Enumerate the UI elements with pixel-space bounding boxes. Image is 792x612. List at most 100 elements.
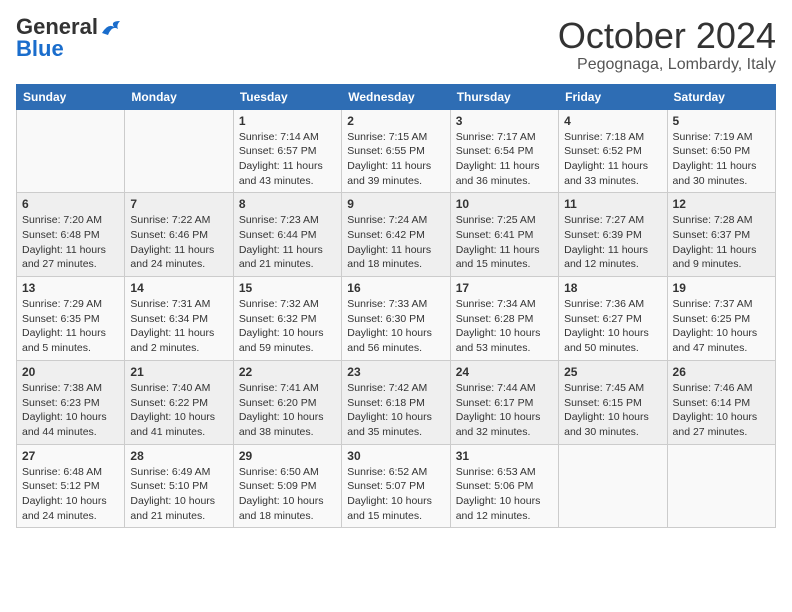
cell-content: Daylight: 11 hours and 30 minutes. [673, 159, 770, 188]
calendar-cell: 21Sunrise: 7:40 AMSunset: 6:22 PMDayligh… [125, 360, 233, 444]
cell-content: Daylight: 10 hours and 15 minutes. [347, 494, 444, 523]
day-of-week-header: Tuesday [233, 84, 341, 109]
cell-content: Daylight: 11 hours and 9 minutes. [673, 243, 770, 272]
cell-content: Daylight: 11 hours and 36 minutes. [456, 159, 553, 188]
day-number: 15 [239, 281, 336, 295]
cell-content: Sunrise: 7:36 AM [564, 297, 661, 312]
calendar-cell: 3Sunrise: 7:17 AMSunset: 6:54 PMDaylight… [450, 109, 558, 193]
cell-content: Sunset: 6:35 PM [22, 312, 119, 327]
day-number: 18 [564, 281, 661, 295]
cell-content: Sunrise: 7:45 AM [564, 381, 661, 396]
day-number: 25 [564, 365, 661, 379]
cell-content: Sunset: 6:46 PM [130, 228, 227, 243]
cell-content: Sunset: 6:22 PM [130, 396, 227, 411]
day-number: 4 [564, 114, 661, 128]
day-number: 10 [456, 197, 553, 211]
cell-content: Sunset: 6:14 PM [673, 396, 770, 411]
cell-content: Sunrise: 7:18 AM [564, 130, 661, 145]
cell-content: Sunset: 6:15 PM [564, 396, 661, 411]
day-number: 11 [564, 197, 661, 211]
calendar-cell: 2Sunrise: 7:15 AMSunset: 6:55 PMDaylight… [342, 109, 450, 193]
calendar-cell: 27 Sunrise: 6:48 AMSunset: 5:12 PMDayligh… [17, 444, 125, 528]
cell-content: Sunrise: 7:25 AM [456, 213, 553, 228]
cell-content: Daylight: 11 hours and 24 minutes. [130, 243, 227, 272]
cell-content: Sunset: 6:37 PM [673, 228, 770, 243]
calendar-cell: 31Sunrise: 6:53 AMSunset: 5:06 PMDayligh… [450, 444, 558, 528]
cell-content: Sunrise: 7:29 AM [22, 297, 119, 312]
calendar-cell: 16Sunrise: 7:33 AMSunset: 6:30 PMDayligh… [342, 277, 450, 361]
day-number: 5 [673, 114, 770, 128]
cell-content: Sunrise: 6:53 AM [456, 465, 553, 480]
cell-content: Daylight: 10 hours and 24 minutes. [22, 494, 119, 523]
cell-content: Sunrise: 6:50 AM [239, 465, 336, 480]
cell-content: Daylight: 10 hours and 59 minutes. [239, 326, 336, 355]
calendar-cell: 17Sunrise: 7:34 AMSunset: 6:28 PMDayligh… [450, 277, 558, 361]
cell-content: Sunrise: 7:31 AM [130, 297, 227, 312]
day-of-week-header: Monday [125, 84, 233, 109]
cell-content: Sunset: 6:42 PM [347, 228, 444, 243]
logo: General Blue [16, 16, 122, 61]
calendar-cell: 18 Sunrise: 7:36 AMSunset: 6:27 PMDayligh… [559, 277, 667, 361]
cell-content: Sunset: 6:23 PM [22, 396, 119, 411]
cell-content: Sunset: 6:54 PM [456, 144, 553, 159]
calendar-cell: 1Sunrise: 7:14 AMSunset: 6:57 PMDaylight… [233, 109, 341, 193]
cell-content: Sunrise: 7:34 AM [456, 297, 553, 312]
calendar-cell: 7Sunrise: 7:22 AMSunset: 6:46 PMDaylight… [125, 193, 233, 277]
calendar-cell: 5 Sunrise: 7:19 AMSunset: 6:50 PMDaylight… [667, 109, 775, 193]
calendar-week-row: 13Sunrise: 7:29 AMSunset: 6:35 PMDayligh… [17, 277, 776, 361]
cell-content: Sunrise: 7:23 AM [239, 213, 336, 228]
cell-content: Sunset: 5:09 PM [239, 479, 336, 494]
calendar-cell: 20Sunrise: 7:38 AMSunset: 6:23 PMDayligh… [17, 360, 125, 444]
page-header: General Blue October 2024 Pegognaga, Lom… [16, 16, 776, 74]
logo-bird-icon [100, 19, 122, 37]
cell-content: Sunset: 6:48 PM [22, 228, 119, 243]
cell-content: Sunset: 6:17 PM [456, 396, 553, 411]
logo-text: General [16, 16, 122, 38]
day-number: 19 [673, 281, 770, 295]
cell-content: Sunrise: 6:48 AM [22, 465, 119, 480]
cell-content: Sunrise: 7:17 AM [456, 130, 553, 145]
title-block: October 2024 Pegognaga, Lombardy, Italy [558, 16, 776, 74]
cell-content: Sunrise: 7:15 AM [347, 130, 444, 145]
cell-content: Daylight: 10 hours and 44 minutes. [22, 410, 119, 439]
cell-content: Daylight: 10 hours and 38 minutes. [239, 410, 336, 439]
calendar-title: October 2024 [558, 16, 776, 56]
cell-content: Sunrise: 6:49 AM [130, 465, 227, 480]
cell-content: Sunset: 5:12 PM [22, 479, 119, 494]
cell-content: Sunrise: 7:37 AM [673, 297, 770, 312]
day-of-week-header: Sunday [17, 84, 125, 109]
cell-content: Sunrise: 7:40 AM [130, 381, 227, 396]
cell-content: Sunrise: 6:52 AM [347, 465, 444, 480]
calendar-week-row: 1Sunrise: 7:14 AMSunset: 6:57 PMDaylight… [17, 109, 776, 193]
cell-content: Sunrise: 7:14 AM [239, 130, 336, 145]
cell-content: Sunset: 6:20 PM [239, 396, 336, 411]
day-number: 29 [239, 449, 336, 463]
calendar-cell: 6Sunrise: 7:20 AMSunset: 6:48 PMDaylight… [17, 193, 125, 277]
cell-content: Sunrise: 7:19 AM [673, 130, 770, 145]
calendar-cell: 29Sunrise: 6:50 AMSunset: 5:09 PMDayligh… [233, 444, 341, 528]
day-number: 20 [22, 365, 119, 379]
cell-content: Daylight: 10 hours and 30 minutes. [564, 410, 661, 439]
day-number: 17 [456, 281, 553, 295]
calendar-cell: 15Sunrise: 7:32 AMSunset: 6:32 PMDayligh… [233, 277, 341, 361]
calendar-cell: 30Sunrise: 6:52 AMSunset: 5:07 PMDayligh… [342, 444, 450, 528]
day-number: 30 [347, 449, 444, 463]
cell-content: Sunset: 6:27 PM [564, 312, 661, 327]
cell-content: Sunrise: 7:33 AM [347, 297, 444, 312]
calendar-cell: 26Sunrise: 7:46 AMSunset: 6:14 PMDayligh… [667, 360, 775, 444]
day-number: 26 [673, 365, 770, 379]
cell-content: Daylight: 10 hours and 53 minutes. [456, 326, 553, 355]
cell-content: Sunrise: 7:24 AM [347, 213, 444, 228]
cell-content: Daylight: 10 hours and 50 minutes. [564, 326, 661, 355]
day-number: 27 [22, 449, 119, 463]
cell-content: Sunset: 6:25 PM [673, 312, 770, 327]
cell-content: Sunset: 5:10 PM [130, 479, 227, 494]
cell-content: Sunrise: 7:20 AM [22, 213, 119, 228]
day-number: 1 [239, 114, 336, 128]
cell-content: Sunrise: 7:41 AM [239, 381, 336, 396]
day-number: 9 [347, 197, 444, 211]
cell-content: Sunset: 6:34 PM [130, 312, 227, 327]
cell-content: Daylight: 11 hours and 27 minutes. [22, 243, 119, 272]
calendar-header-row: SundayMondayTuesdayWednesdayThursdayFrid… [17, 84, 776, 109]
cell-content: Sunset: 6:50 PM [673, 144, 770, 159]
